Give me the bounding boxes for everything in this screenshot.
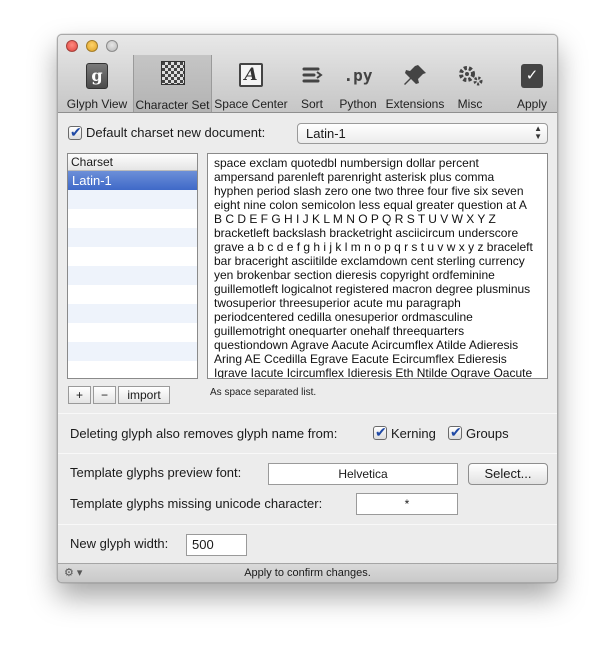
list-row-empty [68,361,197,378]
glyph-line: guillemotleft logicalnot registered macr… [214,282,531,296]
list-row-empty [68,247,197,266]
glyph-line: Aring AE Ccedilla Egrave Eacute Ecircumf… [214,352,507,366]
default-charset-label: Default charset new document: [86,125,266,140]
glyph-line: bracketleft backslash bracketright ascii… [214,226,519,240]
glyph-line: questiondown Agrave Aacute Acircumflex A… [214,338,519,352]
kerning-label: Kerning [391,426,436,441]
toolbar-label: Sort [300,97,323,111]
default-charset-popup[interactable]: Latin-1 ▲ ▼ [297,123,548,144]
toolbar-label: Space Center [214,97,288,111]
glyph-line: eight nine colon semicolon less equal gr… [214,198,527,212]
toolbar-label: Extensions [385,97,445,111]
list-row-empty [68,266,197,285]
list-row-empty [68,304,197,323]
default-charset-checkbox[interactable] [68,124,82,141]
glyph-line: guillemotright onequarter onehalf threeq… [214,324,465,338]
select-font-button[interactable]: Select... [468,463,548,485]
charset-list-header[interactable]: Charset [68,154,197,171]
toolbar-glyph-view[interactable]: g Glyph View [62,57,132,111]
toolbar-character-set[interactable]: Character Set [133,55,212,112]
toolbar: g Glyph View Character Set A Space Cente… [58,35,557,113]
charset-list[interactable]: Charset Latin-1 [67,153,198,379]
kerning-checkbox[interactable] [373,424,387,441]
apply-icon: ✓ [517,64,547,92]
glyph-line: grave a b c d e f g h i j k l m n o p q … [214,240,533,254]
space-center-icon: A [236,63,266,91]
glyph-view-icon: g [82,63,112,91]
divider [58,453,557,454]
toolbar-label: Apply [516,97,548,111]
toolbar-label: Misc [457,97,483,111]
glyph-line: bar braceright asciitilde exclamdown cen… [214,254,525,268]
list-row-empty [68,190,197,209]
list-row-empty [68,228,197,247]
space-center-icon-letter: A [239,63,263,87]
preferences-window: g Glyph View Character Set A Space Cente… [57,34,558,583]
glyph-width-field[interactable]: 500 [186,534,247,556]
glyph-line: yen brokenbar section dieresis copyright… [214,268,495,282]
delete-glyph-label: Deleting glyph also removes glyph name f… [70,426,338,441]
toolbar-extensions[interactable]: Extensions [384,57,446,111]
list-row-empty [68,285,197,304]
toolbar-space-center[interactable]: A Space Center [214,57,288,111]
toolbar-python[interactable]: .py Python [334,57,382,111]
template-font-field[interactable]: Helvetica [268,463,458,485]
popup-arrows-icon: ▲ ▼ [534,124,542,141]
template-missing-field[interactable]: * [356,493,458,515]
glyph-line: periodcentered cedilla onesuperior ordma… [214,310,473,324]
charset-hint: As space separated list. [210,387,317,398]
status-text: Apply to confirm changes. [244,567,371,579]
sort-icon [297,61,327,89]
divider [58,524,557,525]
minimize-window-button[interactable] [86,40,98,52]
glyph-line: B C D E F G H I J K L M N O P Q R S T U … [214,212,496,226]
glyph-line: hyphen period slash zero one two three f… [214,184,524,198]
glyph-line: ampersand parenleft parenright asterisk … [214,170,495,184]
status-bar: ⚙ ▾ Apply to confirm changes. [58,563,557,582]
glyph-width-label: New glyph width: [70,536,169,551]
remove-charset-button[interactable]: − [93,386,116,404]
add-charset-button[interactable]: + [68,386,91,404]
list-row-empty [68,342,197,361]
list-row-empty [68,323,197,342]
toolbar-sort[interactable]: Sort [292,57,332,111]
toolbar-label: Glyph View [66,97,128,111]
extensions-icon [400,61,430,89]
divider [58,413,557,414]
template-font-label: Template glyphs preview font: [70,465,242,480]
zoom-window-button[interactable] [106,40,118,52]
glyph-names-textarea[interactable]: space exclam quotedbl numbersign dollar … [207,153,548,379]
toolbar-apply[interactable]: ✓ Apply [509,57,555,111]
toolbar-label: Python [339,97,377,111]
glyph-line: space exclam quotedbl numbersign dollar … [214,156,479,170]
template-missing-label: Template glyphs missing unicode characte… [70,496,323,511]
import-charset-button[interactable]: import [118,386,170,404]
list-row-empty [68,209,197,228]
default-charset-value: Latin-1 [306,126,346,141]
glyph-line: twosuperior threesuperior acute mu parag… [214,296,461,310]
glyph-view-icon-letter: g [86,63,108,89]
groups-checkbox[interactable] [448,424,462,441]
groups-label: Groups [466,426,509,441]
misc-icon [455,61,485,89]
python-icon: .py [343,66,373,85]
glyph-line: Igrave Iacute Icircumflex Idieresis Eth … [214,366,533,379]
close-window-button[interactable] [66,40,78,52]
toolbar-misc[interactable]: Misc [450,57,490,111]
charset-list-item[interactable]: Latin-1 [68,171,197,190]
toolbar-label: Character Set [135,98,210,112]
character-set-icon [158,61,188,89]
